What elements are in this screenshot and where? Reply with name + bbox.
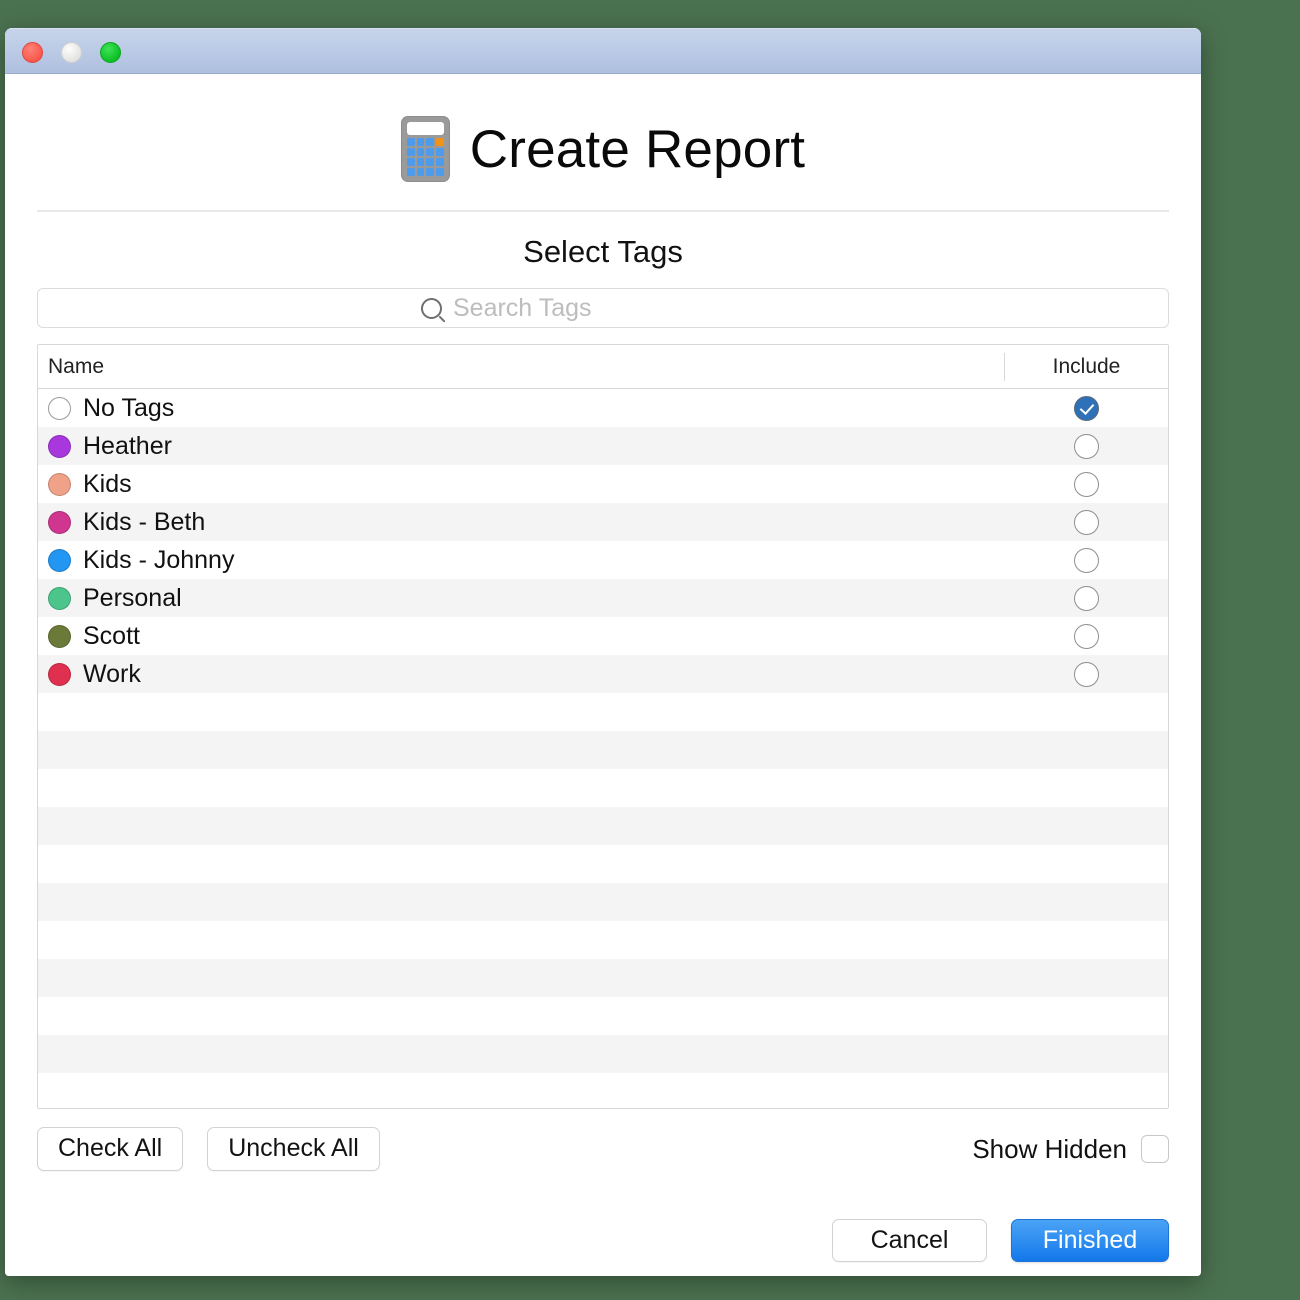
row-include-cell bbox=[1005, 510, 1168, 535]
window-content: Create Report Select Tags Name Include N… bbox=[5, 74, 1201, 1276]
tags-table: Name Include No Tags Heather Kids Kids - Be… bbox=[37, 344, 1169, 1109]
table-row-empty bbox=[38, 1035, 1168, 1073]
tag-color-dot-icon bbox=[48, 587, 71, 610]
table-row[interactable]: Work bbox=[38, 655, 1168, 693]
tag-name-label: No Tags bbox=[83, 394, 174, 423]
tag-color-dot-icon bbox=[48, 663, 71, 686]
cancel-button[interactable]: Cancel bbox=[832, 1219, 987, 1263]
tag-name-label: Kids - Johnny bbox=[83, 546, 234, 575]
page-title: Create Report bbox=[470, 123, 805, 176]
column-header-name[interactable]: Name bbox=[38, 355, 1004, 379]
include-checkbox[interactable] bbox=[1074, 472, 1099, 497]
table-row-empty bbox=[38, 883, 1168, 921]
row-name-cell: Kids - Johnny bbox=[38, 546, 1005, 575]
include-checkbox[interactable] bbox=[1074, 624, 1099, 649]
table-row[interactable]: Kids - Johnny bbox=[38, 541, 1168, 579]
dialog-header: Create Report bbox=[37, 74, 1169, 212]
search-input[interactable] bbox=[451, 293, 785, 324]
table-row[interactable]: Kids bbox=[38, 465, 1168, 503]
row-name-cell: Scott bbox=[38, 622, 1005, 651]
row-include-cell bbox=[1005, 624, 1168, 649]
show-hidden-checkbox[interactable] bbox=[1141, 1135, 1169, 1163]
table-row-empty bbox=[38, 997, 1168, 1035]
table-row[interactable]: Personal bbox=[38, 579, 1168, 617]
table-row-empty bbox=[38, 959, 1168, 997]
row-include-cell bbox=[1005, 548, 1168, 573]
include-checkbox-checked[interactable] bbox=[1074, 396, 1099, 421]
tag-color-dot-icon bbox=[48, 549, 71, 572]
include-checkbox[interactable] bbox=[1074, 548, 1099, 573]
tag-color-dot-icon bbox=[48, 511, 71, 534]
table-row[interactable]: No Tags bbox=[38, 389, 1168, 427]
row-name-cell: Kids bbox=[38, 470, 1005, 499]
table-header-row: Name Include bbox=[38, 345, 1168, 389]
window-titlebar[interactable] bbox=[5, 28, 1201, 74]
dialog-footer: Cancel Finished bbox=[37, 1171, 1169, 1276]
table-row[interactable]: Heather bbox=[38, 427, 1168, 465]
close-window-button[interactable] bbox=[22, 42, 43, 63]
finished-button[interactable]: Finished bbox=[1011, 1219, 1169, 1263]
row-name-cell: Heather bbox=[38, 432, 1005, 461]
row-name-cell: Work bbox=[38, 660, 1005, 689]
row-include-cell bbox=[1005, 586, 1168, 611]
tag-name-label: Kids bbox=[83, 470, 132, 499]
search-icon bbox=[421, 298, 442, 319]
tag-name-label: Heather bbox=[83, 432, 172, 461]
calculator-screen-icon bbox=[407, 122, 444, 135]
tag-color-dot-icon bbox=[48, 473, 71, 496]
tag-color-dot-icon bbox=[48, 625, 71, 648]
minimize-window-button[interactable] bbox=[61, 42, 82, 63]
section-title: Select Tags bbox=[37, 212, 1169, 288]
row-include-cell bbox=[1005, 434, 1168, 459]
row-include-cell bbox=[1005, 396, 1168, 421]
include-checkbox[interactable] bbox=[1074, 510, 1099, 535]
table-row-empty bbox=[38, 731, 1168, 769]
row-include-cell bbox=[1005, 662, 1168, 687]
table-row-empty bbox=[38, 845, 1168, 883]
show-hidden-control[interactable]: Show Hidden bbox=[972, 1134, 1169, 1165]
table-row[interactable]: Kids - Beth bbox=[38, 503, 1168, 541]
table-toolbar: Check All Uncheck All Show Hidden bbox=[37, 1109, 1169, 1171]
calculator-icon bbox=[401, 116, 450, 182]
show-hidden-label: Show Hidden bbox=[972, 1134, 1127, 1165]
search-inner bbox=[421, 293, 785, 324]
include-checkbox[interactable] bbox=[1074, 434, 1099, 459]
table-row-empty bbox=[38, 1073, 1168, 1109]
tag-name-label: Kids - Beth bbox=[83, 508, 205, 537]
table-row-empty bbox=[38, 769, 1168, 807]
table-row-empty bbox=[38, 921, 1168, 959]
tag-name-label: Scott bbox=[83, 622, 140, 651]
create-report-window: Create Report Select Tags Name Include N… bbox=[5, 28, 1201, 1276]
table-row[interactable]: Scott bbox=[38, 617, 1168, 655]
calculator-keys-icon bbox=[407, 138, 444, 176]
table-row-empty bbox=[38, 693, 1168, 731]
include-checkbox[interactable] bbox=[1074, 586, 1099, 611]
no-tag-circle-icon bbox=[48, 397, 71, 420]
tag-name-label: Work bbox=[83, 660, 141, 689]
tag-color-dot-icon bbox=[48, 435, 71, 458]
tag-name-label: Personal bbox=[83, 584, 182, 613]
row-name-cell: Personal bbox=[38, 584, 1005, 613]
table-body: No Tags Heather Kids Kids - Beth Kids - John… bbox=[38, 389, 1168, 1109]
maximize-window-button[interactable] bbox=[100, 42, 121, 63]
check-all-button[interactable]: Check All bbox=[37, 1127, 183, 1171]
uncheck-all-button[interactable]: Uncheck All bbox=[207, 1127, 380, 1171]
include-checkbox[interactable] bbox=[1074, 662, 1099, 687]
row-include-cell bbox=[1005, 472, 1168, 497]
column-header-include[interactable]: Include bbox=[1004, 353, 1168, 381]
table-row-empty bbox=[38, 807, 1168, 845]
search-tags-field[interactable] bbox=[37, 288, 1169, 328]
row-name-cell: Kids - Beth bbox=[38, 508, 1005, 537]
desktop-background: Create Report Select Tags Name Include N… bbox=[0, 0, 1300, 1300]
row-name-cell: No Tags bbox=[38, 394, 1005, 423]
